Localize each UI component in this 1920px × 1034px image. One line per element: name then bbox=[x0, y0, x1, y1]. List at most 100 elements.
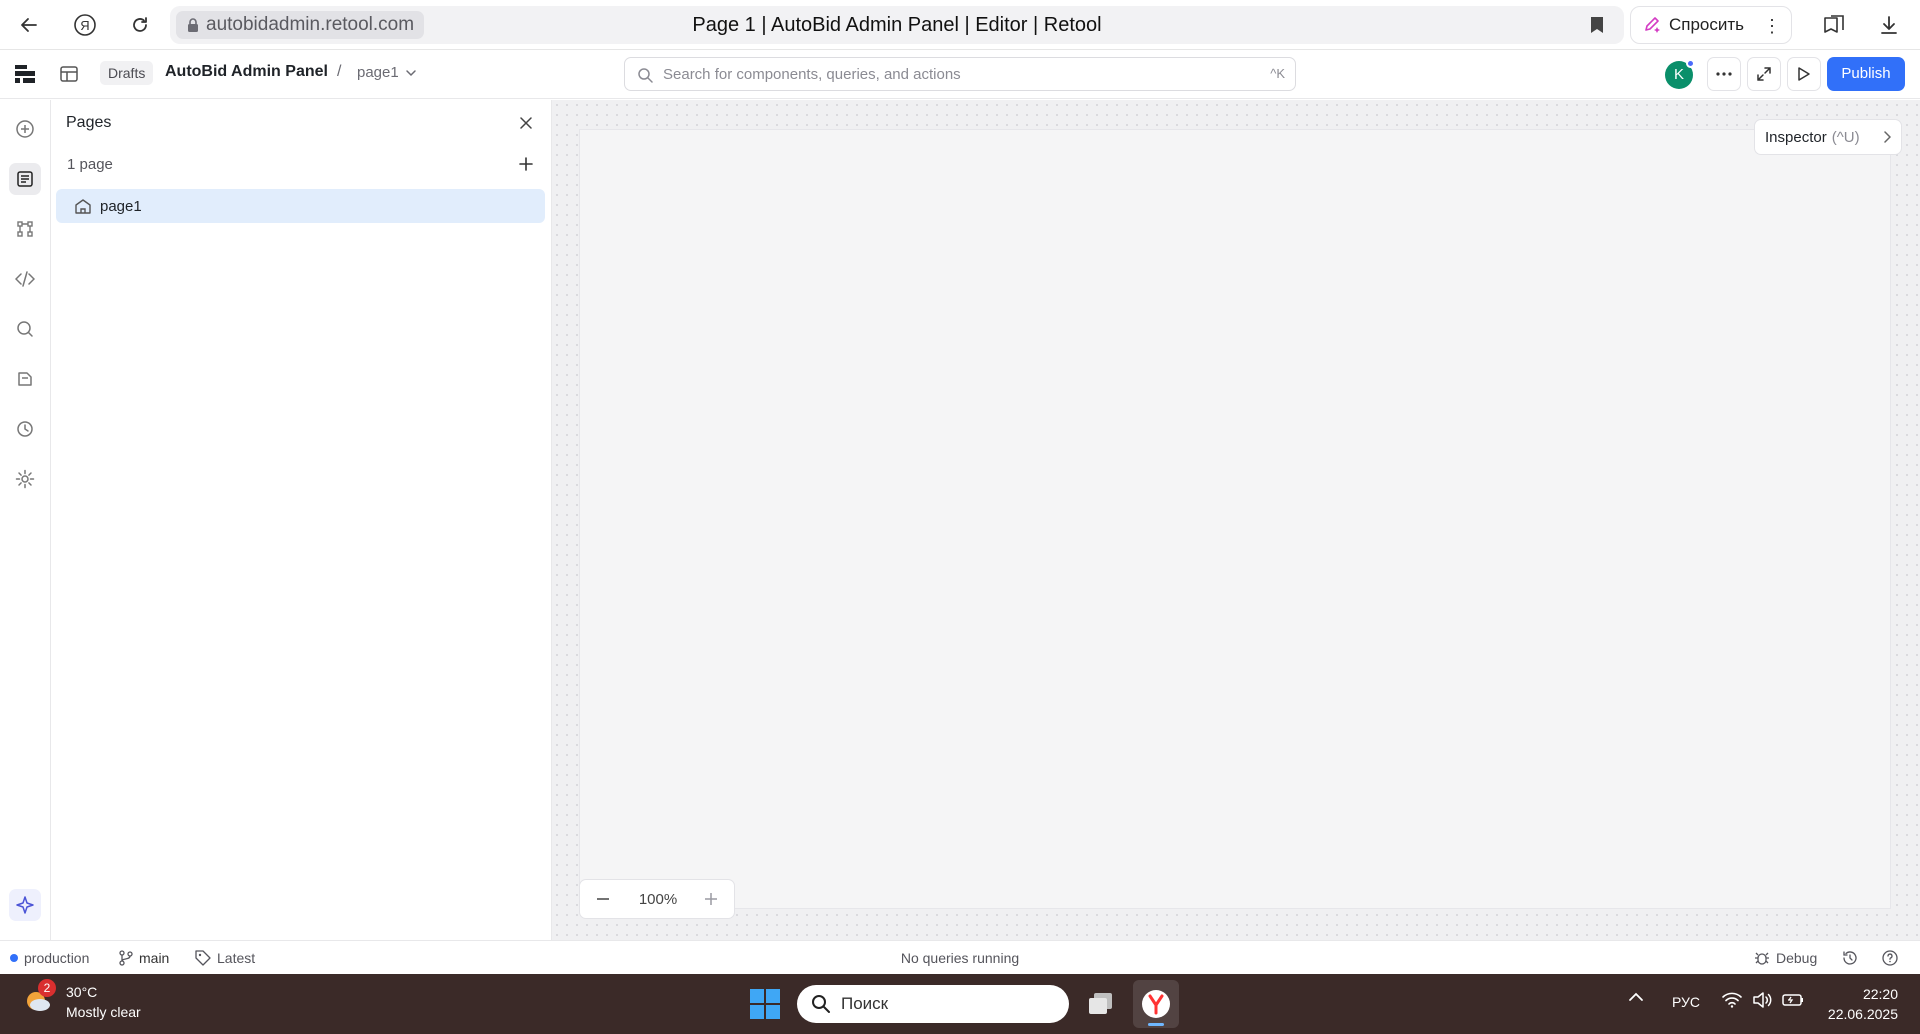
add-page-button[interactable] bbox=[515, 153, 537, 175]
avatar-initial: K bbox=[1673, 66, 1684, 83]
wifi-icon[interactable] bbox=[1722, 992, 1742, 1008]
search-icon[interactable] bbox=[9, 313, 41, 345]
arrow-left-icon bbox=[21, 18, 37, 32]
play-icon bbox=[1798, 67, 1810, 81]
language-indicator[interactable]: РУС bbox=[1672, 994, 1700, 1010]
zoom-control: 100% bbox=[579, 879, 735, 919]
taskbar-search-placeholder: Поиск bbox=[841, 994, 889, 1013]
page-label: page1 bbox=[100, 197, 142, 215]
sparkle-icon[interactable] bbox=[9, 889, 41, 921]
preview-button[interactable] bbox=[1787, 57, 1821, 91]
page-selector[interactable]: page1 bbox=[357, 64, 417, 81]
weather-desc: Mostly clear bbox=[66, 1004, 141, 1020]
editor-header: Drafts AutoBid Admin Panel / page1 ^K K … bbox=[0, 50, 1920, 99]
zoom-in-button[interactable] bbox=[700, 888, 722, 910]
avatar[interactable]: K bbox=[1665, 59, 1695, 89]
add-component-icon[interactable] bbox=[9, 113, 41, 145]
task-view-icon bbox=[1089, 993, 1112, 1014]
page-list-item[interactable]: page1 bbox=[56, 189, 545, 223]
task-view-button[interactable] bbox=[1085, 988, 1117, 1020]
alice-sparkle-icon bbox=[1645, 17, 1660, 33]
presence-dot bbox=[1686, 59, 1695, 68]
more-vertical-icon[interactable]: ⋮ bbox=[1763, 16, 1781, 37]
search-shortcut: ^K bbox=[1270, 66, 1285, 81]
pages-panel: Pages 1 page page1 bbox=[52, 100, 552, 940]
query-status: No queries running bbox=[900, 950, 1020, 966]
expand-button[interactable] bbox=[1747, 57, 1781, 91]
plus-icon bbox=[519, 157, 533, 171]
zoom-out-button[interactable] bbox=[592, 888, 614, 910]
sidebar-layout-icon bbox=[60, 66, 78, 82]
minus-icon bbox=[597, 898, 609, 900]
address-bar[interactable]: autobidadmin.retool.com Page 1 | AutoBid… bbox=[170, 6, 1624, 44]
help-button[interactable] bbox=[1882, 950, 1898, 966]
pages-icon[interactable] bbox=[9, 163, 41, 195]
yandex-logo-icon: Я bbox=[74, 14, 96, 36]
component-tree-icon[interactable] bbox=[9, 213, 41, 245]
search-field[interactable] bbox=[663, 58, 1223, 90]
yandex-browser-task[interactable] bbox=[1133, 980, 1179, 1028]
settings-icon[interactable] bbox=[9, 463, 41, 495]
taskbar: 2 30°C Mostly clear Поиск РУС 22:20 22.0… bbox=[0, 974, 1920, 1034]
volume-icon[interactable] bbox=[1752, 992, 1772, 1008]
status-bar: production main Latest No queries runnin… bbox=[0, 940, 1920, 974]
url-chip[interactable]: autobidadmin.retool.com bbox=[176, 11, 425, 39]
close-icon[interactable] bbox=[515, 112, 537, 134]
bug-icon bbox=[1755, 952, 1769, 965]
bookmark-icon[interactable] bbox=[1590, 16, 1604, 34]
lock-icon bbox=[186, 17, 200, 33]
zoom-level[interactable]: 100% bbox=[630, 891, 686, 908]
retool-logo[interactable] bbox=[8, 57, 42, 91]
collections-icon bbox=[1824, 15, 1844, 33]
reload-button[interactable] bbox=[123, 8, 157, 42]
download-icon bbox=[1881, 16, 1897, 34]
inspector-toggle[interactable]: Inspector (^U) bbox=[1754, 119, 1902, 155]
code-icon[interactable] bbox=[9, 263, 41, 295]
breadcrumb-separator: / bbox=[337, 63, 342, 80]
collections-button[interactable] bbox=[1817, 8, 1851, 42]
history-icon[interactable] bbox=[9, 413, 41, 445]
pages-count: 1 page bbox=[67, 156, 113, 173]
history-button[interactable] bbox=[1842, 950, 1858, 966]
ask-label: Спросить bbox=[1669, 15, 1745, 34]
yandex-browser-icon bbox=[1142, 990, 1170, 1018]
active-indicator bbox=[1148, 1023, 1164, 1026]
url-text: autobidadmin.retool.com bbox=[206, 14, 415, 35]
system-clock[interactable]: 22:20 22.06.2025 bbox=[1822, 984, 1898, 1024]
clock-time: 22:20 bbox=[1862, 986, 1898, 1002]
svg-text:Я: Я bbox=[80, 18, 89, 33]
weather-badge: 2 bbox=[38, 979, 56, 997]
start-button[interactable] bbox=[749, 988, 781, 1020]
ask-alice-button[interactable]: Спросить ⋮ bbox=[1630, 6, 1792, 44]
weather-temp: 30°C bbox=[66, 984, 98, 1000]
weather-widget[interactable]: 2 30°C Mostly clear bbox=[22, 979, 141, 1022]
back-button[interactable] bbox=[12, 8, 46, 42]
home-icon bbox=[75, 199, 91, 214]
debug-button[interactable]: Debug bbox=[1754, 950, 1817, 966]
plus-icon bbox=[705, 893, 717, 905]
publish-button[interactable]: Publish bbox=[1827, 57, 1905, 91]
downloads-button[interactable] bbox=[1872, 8, 1906, 42]
more-actions-button[interactable] bbox=[1707, 57, 1741, 91]
current-page-label: page1 bbox=[357, 64, 399, 81]
editor-canvas[interactable]: Inspector (^U) 100% bbox=[552, 100, 1920, 940]
toggle-sidebar-button[interactable] bbox=[52, 57, 86, 91]
app-canvas-frame[interactable] bbox=[579, 129, 1891, 909]
tray-overflow-chevron[interactable] bbox=[1628, 992, 1644, 1002]
app-name[interactable]: AutoBid Admin Panel bbox=[165, 63, 328, 81]
inspector-shortcut: (^U) bbox=[1831, 128, 1860, 146]
search-input[interactable]: ^K bbox=[624, 57, 1296, 91]
state-icon[interactable] bbox=[9, 363, 41, 395]
clock-date: 22.06.2025 bbox=[1827, 1006, 1898, 1022]
inspector-label: Inspector bbox=[1765, 128, 1827, 146]
reload-icon bbox=[133, 17, 147, 32]
taskbar-search[interactable]: Поиск bbox=[797, 985, 1069, 1023]
retool-logo-icon bbox=[15, 65, 35, 83]
yandex-home-button[interactable]: Я bbox=[68, 8, 102, 42]
pages-title: Pages bbox=[66, 114, 112, 131]
left-rail bbox=[0, 100, 51, 940]
drafts-badge[interactable]: Drafts bbox=[100, 61, 154, 85]
help-icon bbox=[1882, 950, 1898, 966]
debug-label: Debug bbox=[1776, 950, 1818, 966]
battery-icon[interactable] bbox=[1782, 992, 1804, 1008]
